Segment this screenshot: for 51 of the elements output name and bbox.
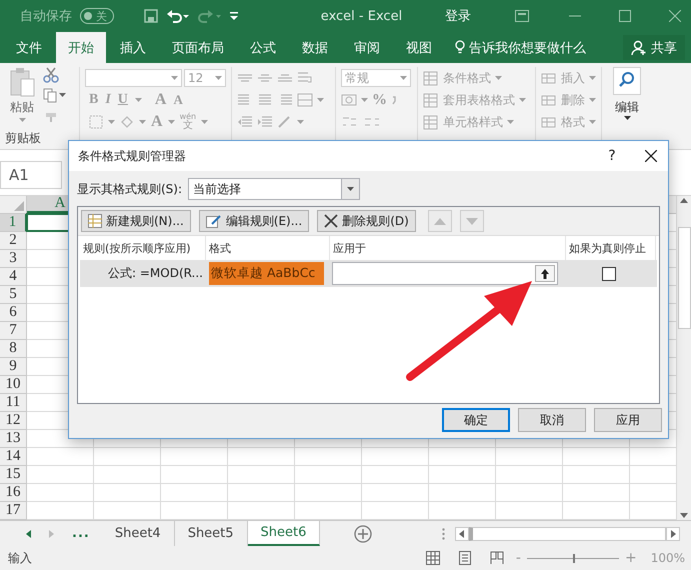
paste-label[interactable]: 粘贴: [10, 99, 34, 116]
ribbon-tab[interactable]: 页面布局: [160, 32, 236, 63]
sheet-tab[interactable]: Sheet6: [248, 521, 320, 546]
row-header[interactable]: 10: [0, 376, 27, 394]
help-button[interactable]: ?: [590, 148, 634, 164]
row-header[interactable]: 6: [0, 304, 27, 322]
row-header[interactable]: 1: [0, 214, 27, 232]
ribbon-tab[interactable]: 开始: [56, 32, 106, 63]
toolbar-button[interactable]: 新建规则(N)...: [81, 210, 191, 232]
group-label: 剪贴板: [5, 130, 42, 147]
dialog-button[interactable]: 取消: [518, 408, 586, 432]
ribbon-tab[interactable]: 文件: [4, 32, 54, 63]
rule-formula: 公式: =MOD(R...: [107, 265, 204, 282]
toolbar-button[interactable]: 删除规则(D): [317, 210, 416, 232]
more-sheets-button[interactable]: ...: [72, 526, 90, 541]
share-button[interactable]: 共享: [623, 35, 685, 60]
dialog-button[interactable]: 应用: [594, 408, 662, 432]
ribbon-tab[interactable]: 审阅: [342, 32, 392, 63]
row-header[interactable]: 13: [0, 430, 27, 448]
row-header[interactable]: 5: [0, 286, 27, 304]
show-rules-label: 显示其格式规则(S):: [77, 180, 182, 198]
window-title: excel - Excel: [320, 8, 404, 24]
ribbon-tab[interactable]: 插入: [108, 32, 158, 63]
row-header[interactable]: 15: [0, 466, 27, 484]
ribbon-tab[interactable]: 数据: [290, 32, 340, 63]
row-header[interactable]: 4: [0, 268, 27, 286]
row-header[interactable]: 9: [0, 358, 27, 376]
row-header[interactable]: 17: [0, 502, 27, 520]
row-header[interactable]: 7: [0, 322, 27, 340]
dialog-title: 条件格式规则管理器: [78, 148, 187, 164]
autosave-label: 自动保存: [20, 8, 72, 25]
row-header[interactable]: 14: [0, 448, 27, 466]
status-mode: 输入: [8, 550, 33, 566]
format-preview: 微软卓越 AaBbCc: [209, 262, 324, 285]
row-header[interactable]: 16: [0, 484, 27, 502]
toolbar-button[interactable]: 编辑规则(E)...: [198, 210, 310, 232]
tell-me-field[interactable]: 告诉我你想要做什么: [469, 38, 586, 56]
row-header[interactable]: 11: [0, 394, 27, 412]
autosave-toggle[interactable]: 关: [80, 8, 114, 24]
name-box[interactable]: A1: [0, 161, 62, 189]
ribbon-tab[interactable]: 视图: [394, 32, 444, 63]
signin-link[interactable]: 登录: [445, 7, 471, 25]
row-header[interactable]: 12: [0, 412, 27, 430]
rule-row[interactable]: 公式: =MOD(R... 微软卓越 AaBbCc: [80, 260, 657, 287]
dialog-button[interactable]: 确定: [442, 408, 510, 432]
show-rules-dropdown[interactable]: 当前选择: [188, 178, 360, 200]
row-header[interactable]: 2: [0, 232, 27, 250]
editing-label[interactable]: 编辑: [615, 99, 639, 116]
row-header[interactable]: 3: [0, 250, 27, 268]
ribbon-tab[interactable]: 公式: [238, 32, 288, 63]
row-header[interactable]: 8: [0, 340, 27, 358]
